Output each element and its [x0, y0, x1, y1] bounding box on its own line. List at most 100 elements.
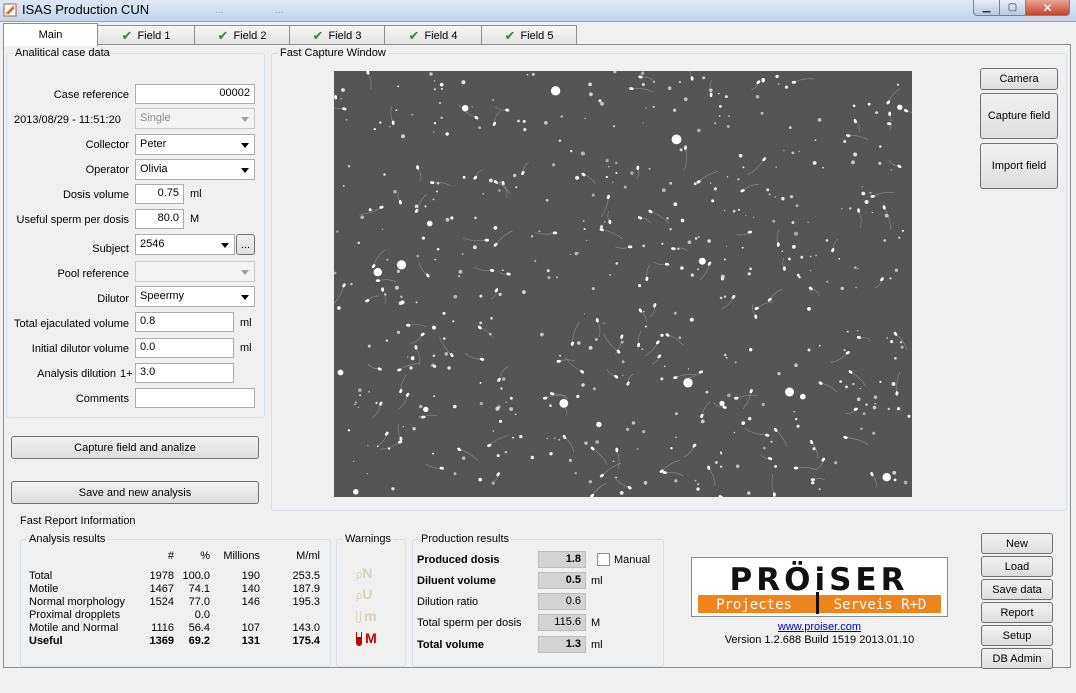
total-volume-value: 1.3 [538, 636, 586, 653]
table-cell: 195.3 [292, 596, 320, 608]
col-header: # [167, 550, 174, 562]
minimize-icon: ▁ [982, 1, 991, 13]
analysis-dilution-label: Analysis dilution [37, 368, 116, 380]
tab-main[interactable]: Main [3, 23, 98, 46]
tab-field-2[interactable]: ✔ Field 2 [194, 25, 290, 45]
dilutor-select[interactable]: Speermy [135, 286, 255, 307]
tab-label: Field 4 [424, 29, 458, 42]
microscope-capture-image[interactable] [334, 71, 912, 497]
tab-field-4[interactable]: ✔ Field 4 [384, 25, 482, 45]
capture-analyze-button[interactable]: Capture field and analize [11, 436, 259, 459]
warning-letter: m [364, 608, 377, 624]
total-volume-label: Total volume [417, 639, 485, 651]
tab-label: Field 2 [233, 29, 267, 42]
table-cell: 143.0 [292, 622, 320, 634]
menu-ghost-item: ... [275, 5, 284, 16]
group-title: Warnings [343, 533, 394, 545]
case-reference-field[interactable]: 00002 [135, 84, 255, 104]
table-cell: 100.0 [182, 570, 210, 582]
collector-label: Collector [85, 139, 129, 151]
pool-reference-select [135, 261, 255, 282]
sperm-normal-icon: ρN [356, 565, 373, 581]
logo-tag-right: Serveis R+D [834, 597, 927, 613]
table-cell: 1116 [151, 622, 174, 634]
table-cell: 74.1 [188, 583, 210, 595]
tube-high-icon: M [356, 630, 377, 646]
case-datetime: 2013/08/29 - 11:51:20 [14, 114, 121, 126]
useful-sperm-unit: M [190, 213, 200, 225]
diluent-volume-value: 0.5 [538, 572, 586, 589]
total-ejaculated-unit: ml [240, 317, 252, 329]
table-cell: 146 [241, 596, 260, 608]
total-volume-unit: ml [591, 639, 603, 651]
logo-tag-left: Projectes [716, 597, 792, 613]
table-cell: 107 [241, 622, 260, 634]
warnings-list: ρN ρU m M [356, 565, 396, 655]
capture-field-button[interactable]: Capture field [980, 93, 1058, 139]
db-admin-button[interactable]: DB Admin [981, 648, 1053, 669]
tab-field-3[interactable]: ✔ Field 3 [289, 25, 385, 45]
group-title: Fast Capture Window [278, 47, 388, 59]
tab-label: Field 5 [520, 29, 554, 42]
close-button[interactable]: ✕ [1025, 0, 1070, 16]
camera-button[interactable]: Camera [980, 68, 1058, 90]
setup-button[interactable]: Setup [981, 625, 1053, 646]
tab-label: Main [38, 29, 63, 41]
report-button[interactable]: Report [981, 602, 1053, 623]
load-button[interactable]: Load [981, 556, 1053, 577]
chevron-down-icon [241, 295, 249, 300]
checkmark-icon: ✔ [408, 27, 420, 43]
tab-field-1[interactable]: ✔ Field 1 [97, 25, 195, 45]
tab-field-5[interactable]: ✔ Field 5 [481, 25, 577, 45]
table-cell: 1524 [149, 596, 174, 608]
group-title: Production results [419, 533, 512, 545]
table-cell: 253.5 [292, 570, 320, 582]
chevron-down-icon [241, 117, 249, 122]
import-field-button[interactable]: Import field [980, 143, 1058, 189]
col-header: % [200, 550, 210, 562]
manual-checkbox[interactable] [597, 553, 610, 566]
checkmark-icon: ✔ [217, 27, 229, 43]
maximize-button[interactable]: ▢ [999, 0, 1026, 16]
collector-select[interactable]: Peter [135, 134, 255, 155]
initial-dilutor-unit: ml [240, 342, 252, 354]
operator-select[interactable]: Olivia [135, 159, 255, 180]
tube-low-icon: m [356, 608, 377, 624]
subject-select[interactable]: 2546 [135, 234, 235, 255]
chevron-down-icon [241, 143, 249, 148]
table-cell: 131 [241, 635, 260, 647]
save-new-analysis-button[interactable]: Save and new analysis [11, 481, 259, 504]
minimize-button[interactable]: ▁ [973, 0, 1000, 16]
group-title: Fast Report Information [18, 515, 138, 527]
initial-dilutor-label: Initial dilutor volume [31, 343, 129, 355]
table-cell: 190 [241, 570, 260, 582]
save-data-button[interactable]: Save data [981, 579, 1053, 600]
case-reference-label: Case reference [53, 89, 129, 101]
table-cell: 69.2 [188, 635, 210, 647]
operator-value: Olivia [140, 163, 168, 175]
table-cell: 1369 [149, 635, 174, 647]
new-button[interactable]: New [981, 533, 1053, 554]
maximize-icon: ▢ [1007, 1, 1018, 13]
dosis-volume-field[interactable]: 0.75 [135, 184, 184, 204]
subject-browse-button[interactable]: ... [236, 234, 255, 255]
subject-value: 2546 [140, 238, 165, 250]
initial-dilutor-field[interactable]: 0.0 [135, 338, 234, 358]
table-cell: 1978 [149, 570, 174, 582]
app-icon [3, 3, 17, 17]
analysis-dilution-field[interactable]: 3.0 [135, 363, 234, 383]
total-sperm-value: 115.6 [538, 614, 586, 631]
close-icon: ✕ [1042, 0, 1053, 15]
mode-select: Single [135, 108, 255, 129]
total-sperm-unit: M [591, 617, 601, 629]
total-ejaculated-field[interactable]: 0.8 [135, 312, 234, 332]
dosis-volume-label: Dosis volume [62, 189, 129, 201]
useful-sperm-field[interactable]: 80.0 [135, 209, 184, 229]
group-title: Analysis results [27, 533, 108, 545]
checkmark-icon: ✔ [504, 27, 516, 43]
analysis-dilution-prefix: 1+ [120, 368, 133, 380]
proiser-website-link[interactable]: www.proiser.com [691, 621, 948, 633]
window-title: ISAS Production CUN [22, 2, 150, 17]
table-cell: 175.4 [292, 635, 320, 647]
comments-field[interactable] [135, 388, 255, 408]
